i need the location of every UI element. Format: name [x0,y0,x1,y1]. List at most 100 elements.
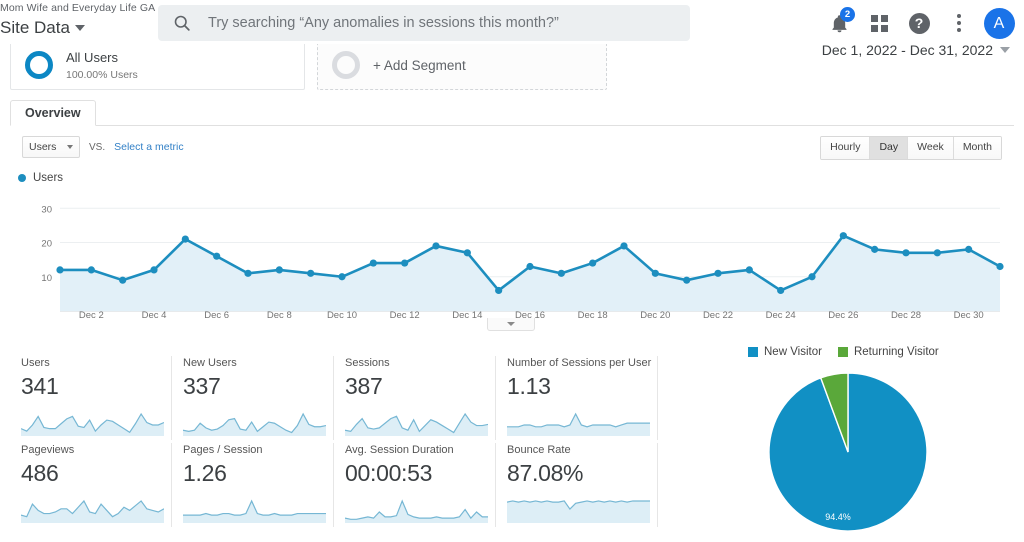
legend-swatch-icon [748,347,758,357]
pie-legend-returning-visitor: Returning Visitor [837,346,939,358]
x-tick-label: Dec 24 [765,310,796,321]
x-tick-label: Dec 30 [953,310,984,321]
x-tick-label: Dec 26 [828,310,859,321]
metric-selector-label: Users [29,141,57,153]
metric-card-sparkline [21,499,164,523]
metric-card-value: 87.08% [507,460,584,486]
date-range-picker[interactable]: Dec 1, 2022 - Dec 31, 2022 [822,42,1010,58]
metric-card[interactable]: Users 341 [12,356,172,440]
metric-card[interactable]: Avg. Session Duration 00:00:53 [336,443,496,527]
metric-card-sparkline [183,499,326,523]
collapse-chart-button[interactable] [487,318,535,331]
metric-card-value: 486 [21,460,59,486]
metric-card-value: 1.13 [507,373,551,399]
metric-card[interactable]: Number of Sessions per User 1.13 [498,356,658,440]
legend-swatch-icon [837,347,848,357]
select-a-metric-link[interactable]: Select a metric [114,141,183,153]
svg-text:20: 20 [41,239,52,250]
search-input[interactable] [206,14,676,32]
help-icon: ? [908,12,930,34]
segment-title: All Users [66,49,119,65]
x-tick-label: Dec 2 [78,310,104,321]
metric-card-sparkline [507,500,650,523]
apps-button[interactable] [860,4,898,42]
new-vs-returning-pie-chart[interactable] [768,372,928,532]
x-tick-label: Dec 10 [326,310,358,321]
segment-ring-empty-icon [332,51,360,79]
top-bar: Mom Wife and Everyday Life GA Site Data … [0,0,1024,44]
metric-card-label: Sessions [345,357,390,369]
metric-card-sparkline [345,412,488,436]
metric-cards-grid: Users 341 New Users 337 Sessions 387 Num… [12,356,660,532]
segment-subtitle: 100.00% Users [66,68,138,81]
metric-card-sparkline [21,412,164,436]
pie-slice-label-new: 94.4% [825,512,851,522]
granularity-toggle: Hourly Day Week Month [820,136,1002,160]
x-tick-label: Dec 12 [389,310,420,321]
segment-ring-icon [25,51,53,79]
x-tick-label: Dec 18 [577,310,608,321]
kebab-menu-icon [957,14,961,32]
x-tick-label: Dec 4 [141,310,167,321]
notification-badge: 2 [840,7,855,22]
metric-card-sparkline [345,499,488,523]
pie-legend-label-returning: Returning Visitor [853,346,939,358]
x-tick-label: Dec 6 [204,310,230,321]
chevron-down-icon [507,322,515,326]
x-tick-label: Dec 28 [890,310,922,321]
metric-card-label: Pageviews [21,444,75,456]
x-tick-label: Dec 14 [452,310,483,321]
pie-legend-label-new: New Visitor [764,346,822,358]
granularity-hourly[interactable]: Hourly [821,137,871,159]
property-name: Mom Wife and Everyday Life GA [0,2,156,14]
view-name: Site Data [0,18,70,37]
svg-text:30: 30 [41,204,52,215]
metric-card[interactable]: Sessions 387 [336,356,496,440]
metric-card-label: Users [21,357,50,369]
metric-card-label: Bounce Rate [507,444,571,456]
metric-card-value: 341 [21,373,59,399]
metric-card-value: 337 [183,373,221,399]
x-tick-label: Dec 22 [702,310,734,321]
metric-card[interactable]: New Users 337 [174,356,334,440]
metric-card-label: New Users [183,357,237,369]
date-range-label: Dec 1, 2022 - Dec 31, 2022 [821,42,993,58]
notifications-button[interactable]: 2 [820,4,858,42]
vs-label: VS. [89,141,106,153]
metric-card[interactable]: Pageviews 486 [12,443,172,527]
view-name-row[interactable]: Site Data [0,17,160,39]
chevron-down-icon [67,145,73,149]
search-bar[interactable] [158,5,690,41]
property-selector[interactable]: Mom Wife and Everyday Life GA Site Data [0,2,160,39]
metric-card-value: 00:00:53 [345,460,433,486]
help-button[interactable]: ? [900,4,938,42]
add-segment-button[interactable]: + Add Segment [317,40,607,90]
metric-card-label: Avg. Session Duration [345,444,454,456]
x-tick-label: Dec 20 [640,310,671,321]
legend-dot-icon [18,174,26,182]
search-icon [174,15,190,31]
top-bar-icons: 2 ? A [820,4,1018,42]
metric-card-sparkline [507,412,650,436]
account-button[interactable]: A [980,4,1018,42]
analytics-overview-page: Mom Wife and Everyday Life GA Site Data … [0,0,1024,542]
segment-all-users[interactable]: All Users 100.00% Users [10,40,305,90]
granularity-month[interactable]: Month [953,137,1001,159]
x-tick-label: Dec 8 [266,310,292,321]
metric-controls: Users VS. Select a metric [22,136,184,158]
tab-overview[interactable]: Overview [10,100,96,126]
granularity-day[interactable]: Day [870,137,909,159]
metric-selector[interactable]: Users [22,136,80,158]
apps-grid-icon [870,14,888,32]
metric-card[interactable]: Bounce Rate 87.08% [498,443,658,527]
granularity-week[interactable]: Week [908,137,954,159]
chart-legend: Users [18,172,63,184]
more-options-button[interactable] [940,4,978,42]
legend-label-users: Users [33,172,64,184]
users-timeseries-chart[interactable]: 10 20 30 [18,190,1008,325]
metric-card[interactable]: Pages / Session 1.26 [174,443,334,527]
metric-card-sparkline [183,412,326,436]
avatar: A [983,7,1015,39]
pie-legend: New Visitor Returning Visitor [748,346,955,358]
add-segment-label: + Add Segment [373,57,466,73]
